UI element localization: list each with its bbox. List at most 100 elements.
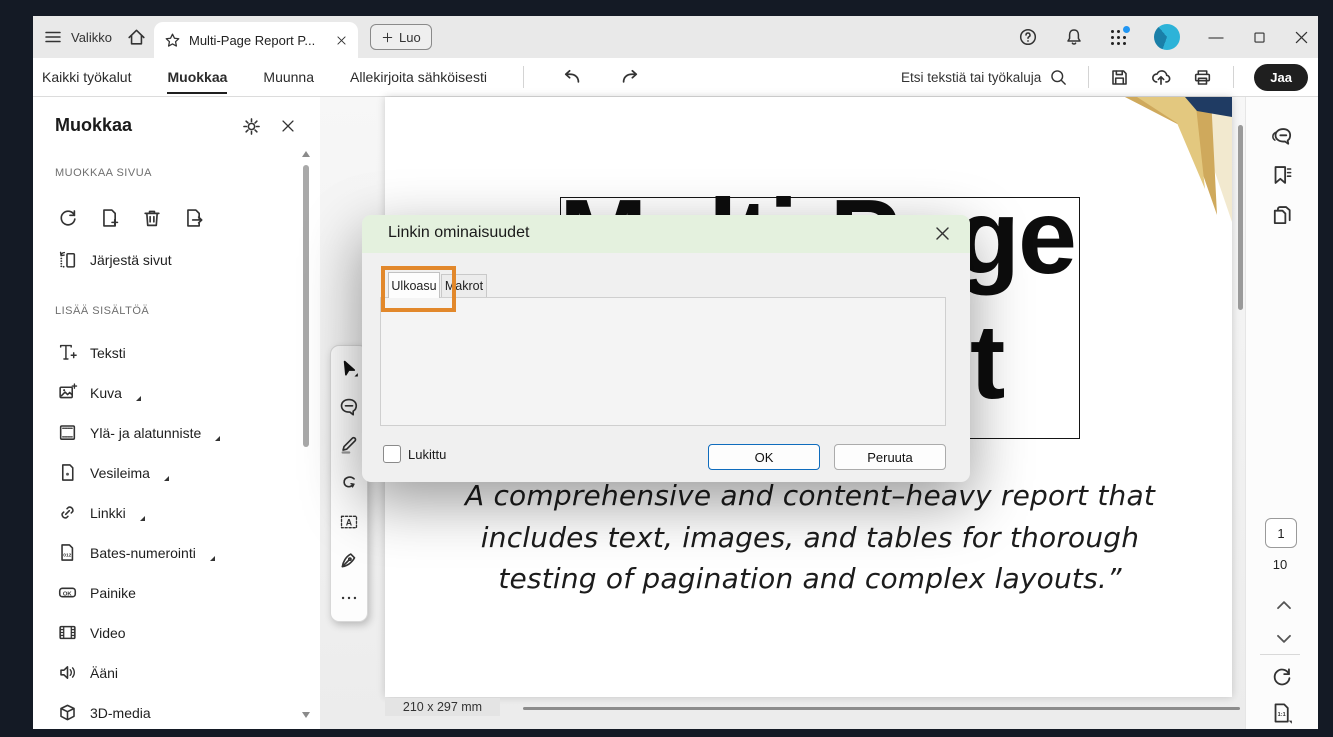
tab-convert[interactable]: Muunna (263, 69, 314, 85)
user-avatar[interactable] (1154, 24, 1180, 50)
fill-sign-tool-icon[interactable] (338, 549, 360, 571)
quote-line: includes text, (480, 520, 683, 554)
draw-tool-icon[interactable] (338, 472, 360, 494)
help-icon[interactable] (1018, 27, 1038, 47)
tab-edit[interactable]: Muokkaa (167, 69, 227, 94)
add-text-box-tool-icon[interactable]: A (338, 511, 360, 533)
page-size-label: 210 x 297 mm (385, 698, 500, 716)
current-page-input[interactable]: 1 (1265, 518, 1297, 548)
header-footer-item[interactable]: Ylä- ja alatunniste (57, 422, 221, 443)
plus-icon (382, 32, 393, 42)
cube-3d-icon (60, 704, 75, 721)
highlight-pencil-tool-icon[interactable] (338, 434, 360, 456)
comments-panel-icon[interactable] (1270, 125, 1294, 149)
tab-all-tools[interactable]: Kaikki työkalut (42, 69, 131, 85)
save-icon[interactable] (1109, 67, 1130, 88)
actual-size-icon[interactable]: 1:1 (1270, 701, 1294, 725)
extract-page-icon[interactable] (183, 207, 205, 229)
window-minimize-button[interactable]: — (1206, 29, 1226, 46)
document-tab[interactable]: Multi-Page Report P... (154, 22, 358, 58)
cancel-button[interactable]: Peruuta (834, 444, 946, 470)
gear-icon[interactable] (241, 116, 262, 137)
apps-grid-icon[interactable] (1110, 26, 1130, 46)
organize-pages-item[interactable]: Järjestä sivut (57, 249, 172, 270)
window-close-button[interactable] (1293, 29, 1310, 46)
notifications-bell-icon[interactable] (1064, 27, 1084, 47)
select-tool-icon[interactable] (338, 358, 360, 380)
bates-numbering-item[interactable]: 012 Bates-numerointi (57, 542, 215, 563)
quote-line: testing of pagination and complex layout… (498, 562, 1122, 595)
rotate-page-icon[interactable] (57, 207, 79, 229)
right-rail: 1 10 1:1 (1245, 97, 1318, 729)
quote-line: , and tables for thorough (785, 520, 1140, 554)
undo-icon[interactable] (560, 66, 583, 89)
vertical-scrollbar[interactable] (1238, 125, 1243, 310)
search-placeholder: Etsi tekstiä tai työkaluja (900, 69, 1042, 85)
acrobat-window: Valikko Multi-Page Report P... Luo — Kai… (33, 16, 1318, 729)
rotate-view-icon[interactable] (1270, 665, 1294, 689)
media-3d-item[interactable]: 3D-media (57, 702, 151, 723)
search-icon[interactable] (1049, 68, 1068, 87)
button-item[interactable]: OK Painike (57, 582, 136, 603)
audio-item[interactable]: Ääni (57, 662, 118, 683)
page-thumbnails-icon[interactable] (1270, 203, 1294, 227)
create-button[interactable]: Luo (370, 24, 432, 50)
print-icon[interactable] (1192, 67, 1213, 88)
horizontal-scrollbar[interactable] (523, 707, 1240, 710)
scroll-down-arrow[interactable] (302, 712, 310, 718)
video-item[interactable]: Video (57, 622, 126, 643)
star-icon[interactable] (164, 32, 181, 49)
svg-text:OK: OK (63, 591, 73, 597)
ok-button[interactable]: OK (708, 444, 820, 470)
scrollbar-thumb[interactable] (303, 165, 309, 447)
watermark-icon (61, 464, 74, 481)
next-page-chevron-icon[interactable] (1272, 627, 1296, 651)
document-quote: A comprehensive and content–heavy report… (410, 475, 1210, 600)
add-text-item[interactable]: Teksti (57, 342, 126, 363)
watermark-item[interactable]: Vesileima (57, 462, 169, 483)
locked-checkbox[interactable] (383, 445, 401, 463)
panel-close-icon[interactable] (279, 117, 297, 135)
submenu-caret (209, 556, 215, 561)
gold-corner-decoration (1125, 97, 1232, 222)
add-image-icon (59, 383, 78, 399)
home-icon[interactable] (126, 27, 147, 48)
tab-esign[interactable]: Allekirjoita sähköisesti (350, 69, 487, 85)
app-menu-button[interactable]: Valikko (43, 27, 112, 47)
menu-label: Valikko (71, 29, 112, 45)
audio-speaker-icon (60, 666, 75, 679)
tab-title: Multi-Page Report P... (189, 32, 316, 48)
insert-page-icon[interactable] (99, 207, 121, 229)
item-label: Teksti (90, 344, 126, 361)
redo-icon[interactable] (619, 66, 642, 89)
upload-cloud-icon[interactable] (1150, 66, 1172, 88)
tab-close-icon[interactable] (335, 34, 348, 47)
panel-scrollbar[interactable] (302, 147, 310, 722)
more-tools-icon[interactable] (338, 587, 360, 609)
item-label: Bates-numerointi (90, 544, 196, 561)
search-input[interactable]: Etsi tekstiä tai työkaluja (901, 68, 1068, 87)
window-maximize-button[interactable] (1252, 30, 1267, 45)
bookmarks-panel-icon[interactable] (1270, 163, 1294, 187)
add-text-icon (59, 344, 77, 360)
hamburger-icon (45, 31, 61, 43)
organize-pages-label: Järjestä sivut (90, 251, 172, 268)
panel-title: Muokkaa (55, 115, 133, 135)
comment-tool-icon[interactable] (338, 396, 360, 418)
share-button[interactable]: Jaa (1254, 63, 1308, 91)
dialog-close-icon[interactable] (933, 224, 952, 243)
delete-page-icon[interactable] (141, 207, 163, 229)
toolbar-divider (1088, 66, 1090, 88)
previous-page-chevron-icon[interactable] (1272, 593, 1296, 617)
total-pages-label: 10 (1272, 557, 1288, 572)
rail-divider (1260, 654, 1300, 655)
add-image-item[interactable]: Kuva (57, 382, 141, 403)
link-item[interactable]: Linkki (57, 502, 145, 523)
quote-line: A comprehensive and content–heavy report… (465, 479, 1155, 512)
svg-text:A: A (346, 517, 353, 527)
link-icon (61, 506, 74, 519)
button-ok-icon: OK (58, 587, 77, 598)
scroll-up-arrow[interactable] (302, 151, 310, 157)
orange-highlight-annotation (381, 266, 456, 312)
quote-selected-word[interactable]: images (682, 521, 785, 554)
